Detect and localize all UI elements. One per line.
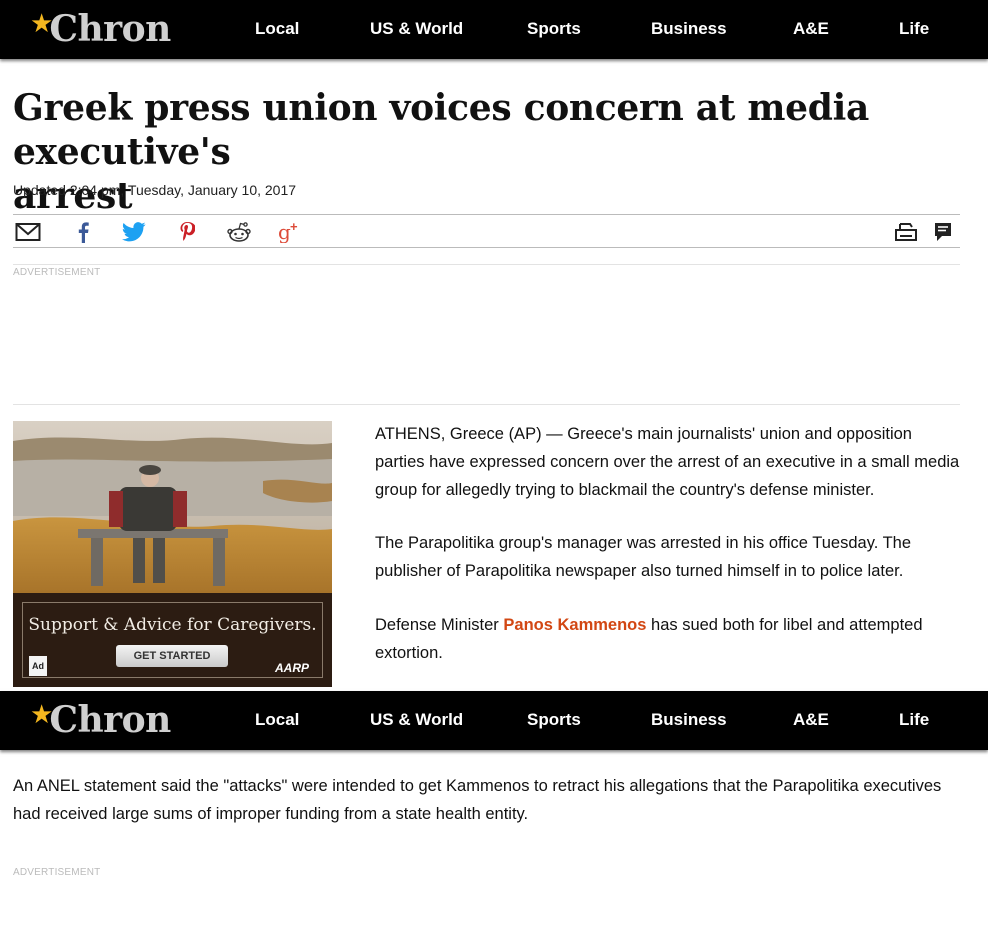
nav-sports[interactable]: Sports [527, 710, 581, 730]
panos-kammenos-link[interactable]: Panos Kammenos [503, 616, 646, 634]
nav-ae[interactable]: A&E [793, 19, 829, 39]
article-headline: Greek press union voices concern at medi… [13, 86, 963, 218]
site-header: ★ Chron Local US & World Sports Business… [0, 0, 988, 59]
nav-local[interactable]: Local [255, 710, 299, 730]
article-timestamp: Updated 2:04 pm, Tuesday, January 10, 20… [13, 182, 297, 198]
article-paragraph-3: Defense Minister Panos Kammenos has sued… [375, 611, 960, 667]
advertisement-label: ADVERTISEMENT [13, 267, 101, 278]
print-icon[interactable] [893, 221, 919, 243]
headline-line-1: Greek press union voices concern at medi… [13, 87, 870, 173]
logo-wordmark: Chron [49, 699, 171, 741]
nav-business[interactable]: Business [651, 19, 727, 39]
google-plus-icon[interactable]: g + [278, 221, 304, 243]
advertisement-label-2: ADVERTISEMENT [13, 867, 101, 878]
display-ad[interactable]: Support & Advice for Caregivers. GET STA… [13, 421, 332, 687]
nav-life[interactable]: Life [899, 19, 929, 39]
nav-us-world[interactable]: US & World [370, 19, 463, 39]
paragraph-3-text-a: Defense Minister [375, 616, 504, 634]
chron-logo[interactable]: ★ Chron [30, 9, 171, 49]
ad-photo-man-on-bench [13, 421, 332, 593]
reddit-icon[interactable] [226, 221, 252, 243]
pinterest-icon[interactable] [174, 221, 200, 243]
aarp-logo: AARP [275, 661, 310, 675]
email-icon[interactable] [15, 221, 41, 243]
ad-banner-footer: Support & Advice for Caregivers. GET STA… [13, 593, 332, 687]
nav-sports[interactable]: Sports [527, 19, 581, 39]
ad-get-started-button[interactable]: GET STARTED [116, 645, 228, 667]
logo-wordmark: Chron [49, 8, 171, 50]
nav-business[interactable]: Business [651, 710, 727, 730]
comments-icon[interactable] [930, 221, 956, 243]
article-paragraph-2: The Parapolitika group's manager was arr… [375, 534, 912, 580]
sticky-header: ★ Chron Local US & World Sports Business… [0, 691, 988, 750]
twitter-icon[interactable] [121, 221, 147, 243]
svg-text:+: + [290, 221, 298, 234]
facebook-icon[interactable] [70, 221, 96, 243]
nav-ae[interactable]: A&E [793, 710, 829, 730]
ad-choices-icon[interactable]: Ad [29, 656, 47, 676]
nav-local[interactable]: Local [255, 19, 299, 39]
share-bar: g + [13, 214, 960, 248]
ad-divider-top [13, 264, 960, 265]
article-paragraph-4: An ANEL statement said the "attacks" wer… [13, 777, 942, 823]
nav-life[interactable]: Life [899, 710, 929, 730]
nav-us-world[interactable]: US & World [370, 710, 463, 730]
ad-divider-bottom [13, 404, 960, 405]
article-paragraph-1: ATHENS, Greece (AP) — Greece's main jour… [375, 425, 960, 499]
chron-logo-sticky[interactable]: ★ Chron [30, 700, 171, 740]
ad-tagline: Support & Advice for Caregivers. [28, 615, 317, 635]
